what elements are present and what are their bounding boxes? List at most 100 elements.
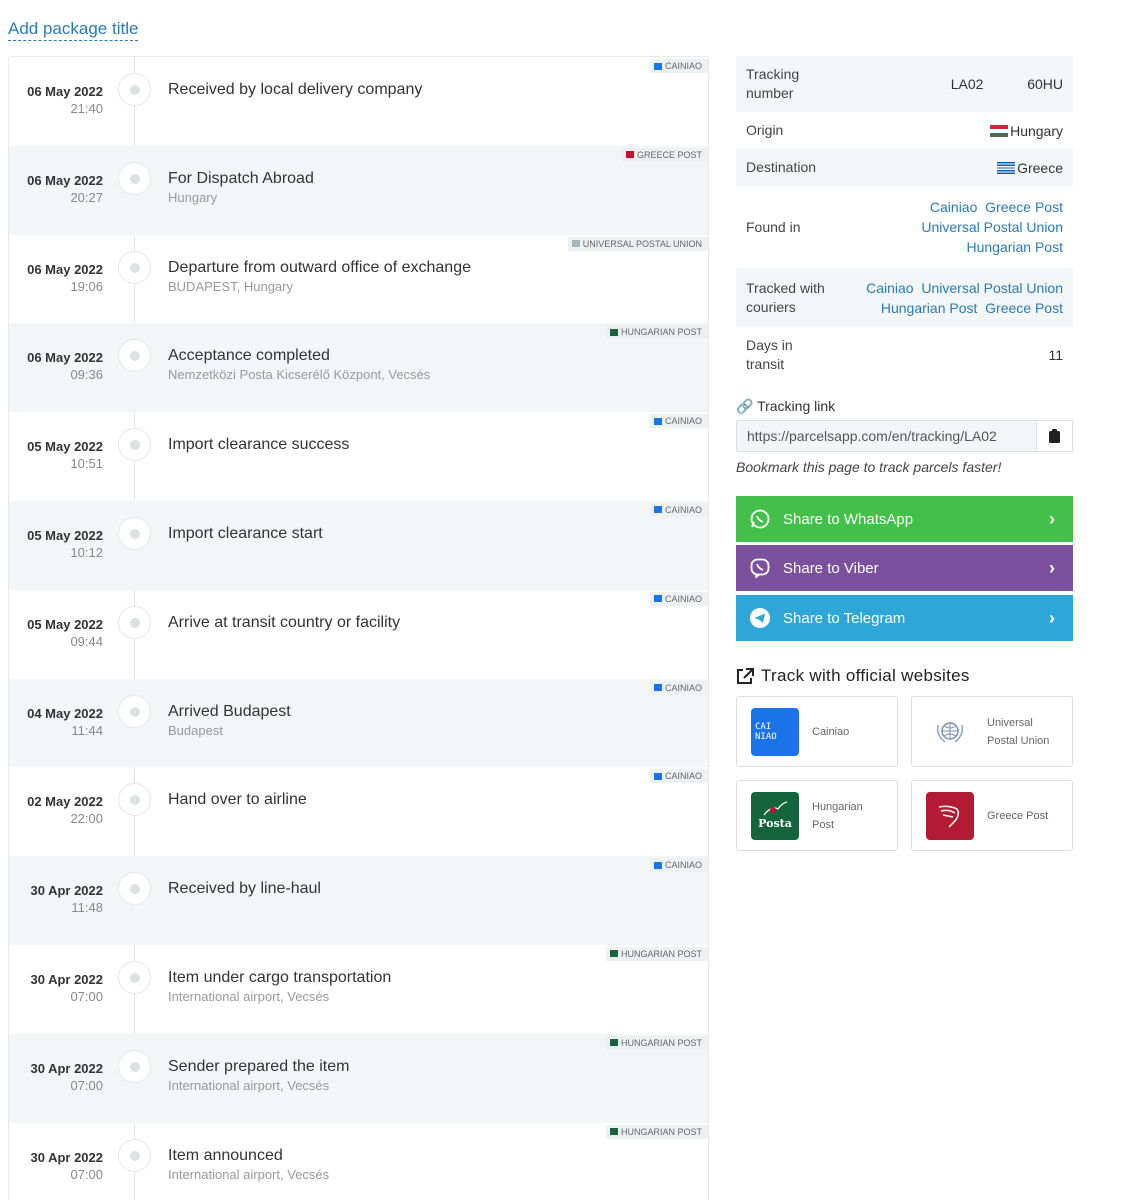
tracking-number-label: Tracking number <box>746 66 800 101</box>
official-card-name: Universal Postal Union <box>987 716 1050 747</box>
event-title: Arrive at transit country or facility <box>168 613 401 631</box>
chevron-right-icon: › <box>1049 608 1055 628</box>
share-telegram-button[interactable]: Share to Telegram › <box>736 595 1073 641</box>
event-time: 07:00 <box>70 1077 103 1093</box>
event-title: For Dispatch Abroad <box>168 169 314 187</box>
event-datetime: 06 May 2022 20:27 <box>27 172 103 206</box>
courier-link-greece-post[interactable]: Greece Post <box>985 300 1063 316</box>
tracking-number-value[interactable]: LA02 60HU <box>951 74 1063 94</box>
tracking-number-part-a: LA02 <box>950 76 984 92</box>
timeline-event: 06 May 2022 21:40 Received by local delive… <box>9 57 708 146</box>
event-datetime: 05 May 2022 10:51 <box>27 438 103 472</box>
courier-badge: CAINIAO <box>649 680 708 695</box>
courier-badge: HUNGARIAN POST <box>605 1124 708 1139</box>
tracking-link-box <box>736 420 1073 452</box>
official-card-cainiao[interactable]: CAI NIAO Cainiao <box>736 696 898 767</box>
event-title: Arrived Budapest <box>168 702 291 720</box>
destination-label: Destination <box>746 159 817 175</box>
origin-value: Hungary <box>990 121 1063 141</box>
timeline-event: 02 May 2022 22:00 Hand over to airline CAIN… <box>9 767 708 856</box>
event-date: 30 Apr 2022 <box>30 1149 103 1165</box>
found-link-greece-post[interactable]: Greece Post <box>985 199 1063 215</box>
event-time: 11:44 <box>71 722 103 738</box>
origin-label: Origin <box>746 122 784 138</box>
tracked-couriers-row: Tracked with couriers Cainiao Universal … <box>736 268 1073 327</box>
greece-post-logo <box>926 791 974 840</box>
courier-logo-icon <box>609 328 618 336</box>
event-date: 30 Apr 2022 <box>30 883 103 899</box>
viber-icon <box>750 558 770 578</box>
event-datetime: 05 May 2022 09:44 <box>27 616 103 650</box>
event-time: 07:00 <box>70 1166 103 1182</box>
event-location: Hungary <box>168 189 218 205</box>
hungary-flag-icon <box>990 124 1009 137</box>
courier-logo-icon <box>625 151 634 159</box>
event-title: Hand over to airline <box>168 791 307 809</box>
timeline-dot-icon <box>118 872 151 906</box>
courier-badge: UNIVERSAL POSTAL UNION <box>567 236 708 251</box>
courier-logo-icon <box>653 62 662 70</box>
event-time: 21:40 <box>70 101 103 116</box>
found-link-hungarian-post[interactable]: Hungarian Post <box>966 239 1063 255</box>
courier-link-hungarian-post[interactable]: Hungarian Post <box>881 300 978 316</box>
official-card-upu[interactable]: Universal Postal Union <box>911 696 1073 767</box>
tracking-link-input[interactable] <box>737 421 1037 451</box>
event-location: International airport, Vecsés <box>168 1077 330 1093</box>
event-title: Received by line-haul <box>168 880 321 898</box>
event-date: 02 May 2022 <box>27 794 103 810</box>
origin-row: Origin Hungary <box>736 112 1073 149</box>
event-datetime: 06 May 2022 19:06 <box>27 261 103 295</box>
event-date: 05 May 2022 <box>27 527 103 543</box>
event-location: International airport, Vecsés <box>168 1166 330 1182</box>
copy-link-button[interactable] <box>1036 421 1072 451</box>
courier-logo-icon <box>653 772 662 780</box>
event-date: 30 Apr 2022 <box>30 971 103 987</box>
destination-row: Destination Greece <box>736 149 1073 186</box>
event-datetime: 02 May 2022 22:00 <box>27 793 103 827</box>
timeline-dot-icon <box>118 428 151 462</box>
courier-link-cainiao[interactable]: Cainiao <box>866 280 913 296</box>
add-package-title-link[interactable]: Add package title <box>8 19 139 41</box>
greece-flag-icon <box>997 161 1016 174</box>
event-title: Item under cargo transportation <box>168 968 392 986</box>
courier-badge: HUNGARIAN POST <box>605 325 708 340</box>
timeline-dot-icon <box>118 1049 151 1083</box>
event-title: Acceptance completed <box>168 347 330 365</box>
official-card-greece-post[interactable]: Greece Post <box>911 780 1073 851</box>
courier-badge: CAINIAO <box>649 502 708 517</box>
event-title: Sender prepared the item <box>168 1057 350 1075</box>
official-card-name: Greece Post <box>987 809 1049 822</box>
hungarian-post-logo: Posta <box>751 791 799 840</box>
whatsapp-icon <box>750 509 770 529</box>
event-title: Import clearance start <box>168 524 323 542</box>
courier-badge: CAINIAO <box>649 59 708 73</box>
days-in-transit-label: Days in transit <box>746 337 793 372</box>
bookmark-hint: Bookmark this page to track parcels fast… <box>736 459 1002 475</box>
timeline-event: 06 May 2022 09:36 Acceptance completed Nemz… <box>9 323 708 413</box>
timeline-dot-icon <box>118 605 151 639</box>
courier-logo-icon <box>653 506 662 514</box>
official-card-hungarian-post[interactable]: Posta Hungarian Post <box>736 780 898 851</box>
courier-logo-icon <box>653 417 662 425</box>
chevron-right-icon: › <box>1049 509 1055 529</box>
event-time: 20:27 <box>70 189 103 205</box>
found-link-cainiao[interactable]: Cainiao <box>930 199 977 215</box>
tracked-couriers-links: Cainiao Universal Postal Union Hungarian… <box>866 278 1063 318</box>
event-time: 07:00 <box>70 988 103 1004</box>
event-time: 11:48 <box>71 900 103 916</box>
timeline-event: 05 May 2022 09:44 Arrive at transit countr… <box>9 590 708 679</box>
found-link-upu[interactable]: Universal Postal Union <box>921 219 1063 235</box>
event-datetime: 30 Apr 2022 07:00 <box>30 971 103 1005</box>
event-date: 30 Apr 2022 <box>30 1060 103 1076</box>
courier-badge: HUNGARIAN POST <box>605 1035 708 1050</box>
event-time: 22:00 <box>70 811 103 827</box>
timeline-dot-icon <box>118 960 151 994</box>
courier-link-upu[interactable]: Universal Postal Union <box>921 280 1063 296</box>
found-in-row: Found in Cainiao Greece Post Universal P… <box>736 186 1073 268</box>
event-datetime: 30 Apr 2022 07:00 <box>30 1149 103 1183</box>
share-whatsapp-button[interactable]: Share to WhatsApp › <box>736 496 1073 542</box>
courier-logo-icon <box>609 1039 618 1047</box>
share-viber-button[interactable]: Share to Viber › <box>736 545 1073 591</box>
timeline-dot-icon <box>118 694 151 728</box>
event-date: 06 May 2022 <box>27 350 103 366</box>
